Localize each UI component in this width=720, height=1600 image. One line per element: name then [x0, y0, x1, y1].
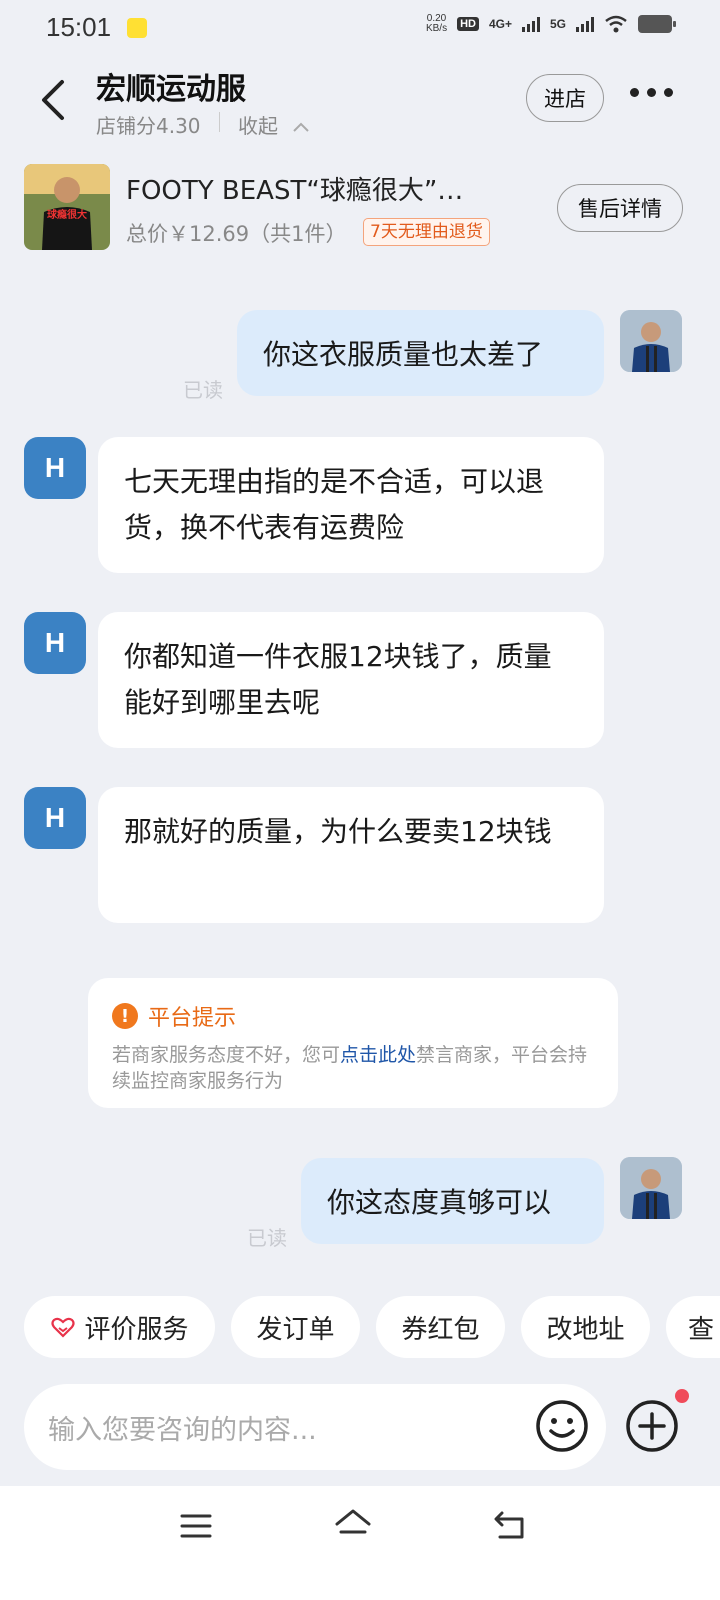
more-options-icon[interactable]	[630, 88, 673, 97]
enter-store-button[interactable]: 进店	[526, 74, 604, 122]
notice-header: ! 平台提示	[112, 1000, 594, 1032]
read-status: 已读	[183, 378, 223, 402]
after-sale-details-button[interactable]: 售后详情	[557, 184, 683, 232]
coupon-button[interactable]: 券红包	[376, 1296, 505, 1358]
system-navigation-bar	[0, 1486, 720, 1600]
net2-label: 5G	[549, 17, 566, 31]
notification-app-icon	[127, 18, 147, 38]
plus-icon[interactable]	[624, 1398, 680, 1454]
query-button[interactable]: 查	[666, 1296, 720, 1358]
read-status: 已读	[247, 1226, 287, 1250]
divider	[219, 112, 220, 132]
rate-service-button[interactable]: 评价服务	[24, 1296, 215, 1358]
status-time: 15:01	[46, 12, 112, 42]
back-arrow-icon[interactable]	[38, 78, 68, 122]
product-price: 总价￥12.69（共1件）	[126, 222, 347, 246]
back-nav-icon[interactable]	[492, 1510, 528, 1540]
my-message-bubble[interactable]: 你这衣服质量也太差了	[237, 310, 604, 396]
notification-dot	[675, 1389, 689, 1403]
merchant-message-bubble[interactable]: 那就好的质量，为什么要卖12块钱	[98, 787, 604, 923]
warning-icon: !	[112, 1003, 138, 1029]
product-name[interactable]: FOOTY BEAST“球瘾很大”…	[126, 170, 463, 207]
merchant-avatar[interactable]: H	[24, 437, 86, 499]
change-address-button[interactable]: 改地址	[521, 1296, 650, 1358]
mute-merchant-link[interactable]: 点击此处	[340, 1044, 416, 1066]
send-order-button[interactable]: 发订单	[231, 1296, 360, 1358]
notice-text: 若商家服务态度不好，您可	[112, 1044, 341, 1066]
quick-action-label: 评价服务	[84, 1314, 189, 1345]
network-speed: 0.20 KB/s	[426, 14, 447, 34]
input-placeholder: 输入您要咨询的内容...	[48, 1415, 317, 1446]
signal-icon	[521, 16, 540, 32]
status-indicators: 0.20 KB/s HD 4G+ 5G	[426, 14, 676, 34]
return-policy-badge: 7天无理由退货	[363, 218, 490, 246]
my-message-bubble[interactable]: 你这态度真够可以	[301, 1158, 604, 1244]
user-avatar[interactable]	[620, 310, 682, 372]
merchant-avatar[interactable]: H	[24, 612, 86, 674]
product-thumbnail[interactable]: 球瘾很大	[24, 164, 110, 250]
merchant-message-bubble[interactable]: 七天无理由指的是不合适，可以退货，换不代表有运费险	[98, 437, 604, 573]
shop-name[interactable]: 宏顺运动服	[96, 64, 246, 108]
net-speed-unit: KB/s	[425, 23, 448, 34]
menu-icon[interactable]	[180, 1512, 212, 1540]
battery-icon	[638, 15, 676, 33]
heart-hand-icon	[51, 1317, 76, 1338]
platform-notice-card: ! 平台提示 若商家服务态度不好，您可点击此处禁言商家，平台会持续监控商家服务行…	[88, 978, 618, 1108]
shop-score: 店铺分4.30	[96, 114, 201, 138]
notice-body: 若商家服务态度不好，您可点击此处禁言商家，平台会持续监控商家服务行为	[112, 1042, 594, 1094]
hd-icon: HD	[457, 17, 479, 31]
home-icon[interactable]	[334, 1508, 372, 1542]
thumb-print: 球瘾很大	[47, 208, 87, 221]
user-avatar[interactable]	[620, 1157, 682, 1219]
signal2-icon	[576, 16, 594, 32]
wifi-icon	[605, 15, 627, 33]
emoji-icon[interactable]	[534, 1398, 590, 1454]
merchant-avatar[interactable]: H	[24, 787, 86, 849]
merchant-message-bubble[interactable]: 你都知道一件衣服12块钱了，质量能好到哪里去呢	[98, 612, 604, 748]
collapse-label: 收起	[238, 114, 278, 138]
collapse-toggle[interactable]: 收起	[238, 110, 310, 139]
net1-label: 4G+	[488, 17, 512, 31]
chevron-up-icon	[293, 122, 310, 132]
notice-title: 平台提示	[148, 1006, 237, 1031]
